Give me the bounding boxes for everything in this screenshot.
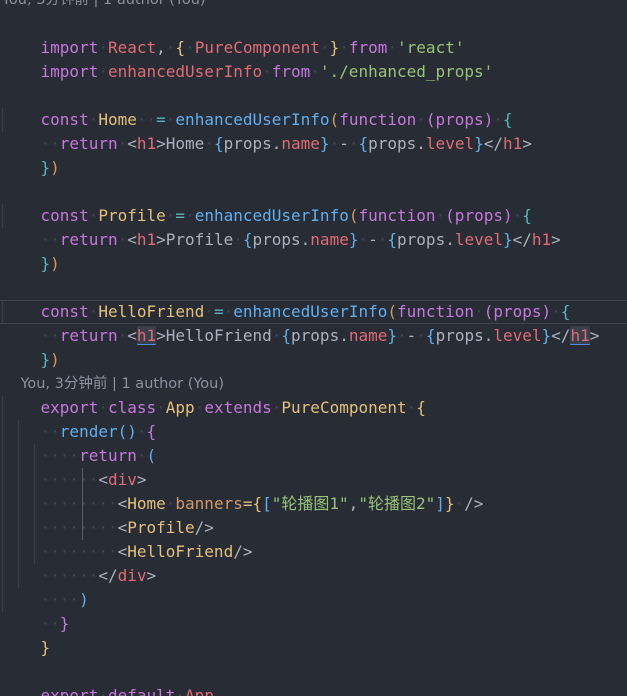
code-line-profile-element[interactable]: ········<Profile/>	[0, 492, 627, 537]
code-line-home-return[interactable]: ··return·<h1>Home·{props.name}·-·{props.…	[0, 108, 627, 153]
code-line-profile-closing[interactable]: })	[0, 228, 627, 273]
code-line-profile-return[interactable]: ··return·<h1>Profile·{props.name}·-·{pro…	[0, 204, 627, 249]
code-line-class-brace-close[interactable]: }	[0, 612, 627, 657]
gitlens-blame-text-top: You, 3分钟前 | 1 author (You)	[2, 0, 206, 8]
code-line-home-element[interactable]: ········<Home·banners={["轮播图1","轮播图2"]}·…	[0, 468, 627, 513]
keyword-export: export	[40, 686, 99, 696]
string-module-enhanced-props: './enhanced_props'	[319, 62, 494, 81]
code-editor[interactable]: You, 3分钟前 | 1 author (You) import·React,…	[0, 0, 627, 696]
gitlens-blame-annotation-top[interactable]: You, 3分钟前 | 1 author (You)	[0, 0, 627, 12]
code-line-import-react[interactable]: import·React,·{·PureComponent·}·from·'re…	[0, 12, 627, 57]
code-line-render-return[interactable]: ····return·(	[0, 420, 627, 465]
code-line-const-profile[interactable]: const·Profile·=·enhancedUserInfo(functio…	[0, 180, 627, 225]
code-line-render-method[interactable]: ··render()·{	[0, 396, 627, 441]
code-line-div-open[interactable]: ······<div>	[0, 444, 627, 489]
code-line-hellofriend-closing[interactable]: })	[0, 324, 627, 369]
code-line-div-close[interactable]: ······</div>	[0, 540, 627, 585]
code-line-import-enhanced[interactable]: import·enhancedUserInfo·from·'./enhanced…	[0, 36, 627, 81]
code-line-hellofriend-element[interactable]: ········<HelloFriend/>	[0, 516, 627, 561]
identifier-app-export: App	[185, 686, 214, 696]
keyword-import: import	[40, 62, 99, 81]
keyword-default: default	[107, 686, 176, 696]
code-line-paren-close[interactable]: ····)	[0, 564, 627, 609]
code-line-hellofriend-return-current[interactable]: ··return·<h1>HelloFriend·{props.name}·-·…	[0, 300, 627, 345]
code-line-render-brace-close[interactable]: ··}	[0, 588, 627, 633]
code-line-export-default[interactable]: export·default·App	[0, 660, 627, 696]
identifier-enhanceduserinfo: enhancedUserInfo	[107, 62, 263, 81]
code-line-home-closing[interactable]: })	[0, 132, 627, 177]
brace-class-close: }	[40, 638, 51, 657]
code-line-const-home[interactable]: const·Home··=·enhancedUserInfo(function·…	[0, 84, 627, 129]
code-line-export-class-app[interactable]: export·class·App·extends·PureComponent·{	[0, 372, 627, 417]
keyword-from: from	[271, 62, 311, 81]
gitlens-blame-annotation-mid[interactable]: You, 3分钟前 | 1 author (You)	[0, 348, 627, 392]
code-line-const-hellofriend[interactable]: const·HelloFriend·=·enhancedUserInfo(fun…	[0, 276, 627, 321]
